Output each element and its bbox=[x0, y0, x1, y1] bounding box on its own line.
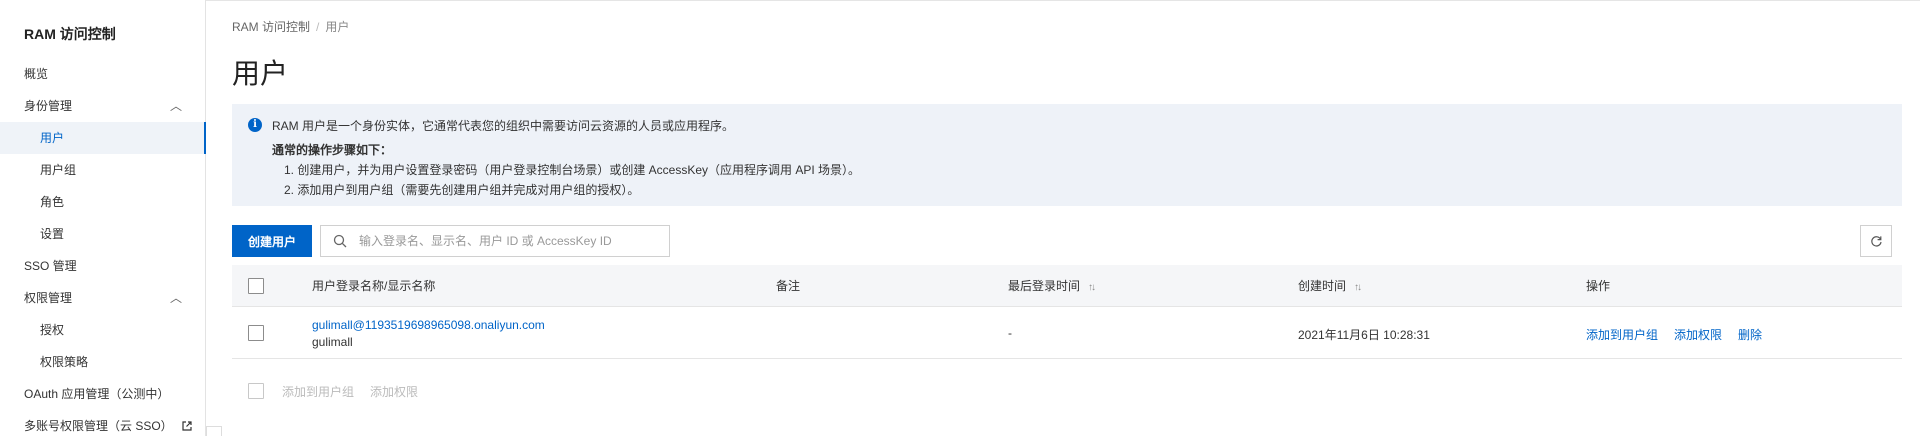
sidebar-item-settings[interactable]: 设置 bbox=[0, 218, 206, 250]
batch-add-permission-button[interactable]: 添加权限 bbox=[370, 383, 418, 400]
sidebar-title: RAM 访问控制 bbox=[24, 26, 116, 42]
sidebar-item-label: 多账号权限管理（云 SSO） bbox=[24, 419, 173, 433]
sidebar-item-label: 角色 bbox=[40, 195, 65, 209]
sidebar-item-label: 设置 bbox=[40, 227, 65, 241]
sidebar-item-label: 用户组 bbox=[40, 163, 77, 177]
breadcrumb-current: 用户 bbox=[325, 20, 350, 34]
breadcrumb-separator: / bbox=[316, 20, 320, 34]
user-last-login: - bbox=[1008, 326, 1012, 340]
external-link-icon bbox=[182, 421, 192, 431]
sidebar-item-label: 授权 bbox=[40, 323, 65, 337]
batch-add-to-group-button[interactable]: 添加到用户组 bbox=[282, 383, 354, 400]
table-row: gulimall@1193519698965098.onaliyun.com g… bbox=[232, 307, 1902, 359]
batch-actions: 添加到用户组 添加权限 bbox=[232, 375, 632, 405]
column-header-label: 创建时间 bbox=[1298, 279, 1347, 293]
notice-heading: 通常的操作步骤如下： bbox=[272, 143, 393, 157]
sidebar-item-label: 概览 bbox=[24, 67, 49, 81]
user-created-time: 2021年11月6日 10:28:31 bbox=[1298, 328, 1430, 342]
delete-user-link[interactable]: 删除 bbox=[1738, 326, 1762, 343]
add-to-group-link[interactable]: 添加到用户组 bbox=[1586, 326, 1658, 343]
sidebar-item-label: 身份管理 bbox=[24, 99, 73, 113]
sidebar-item-overview[interactable]: 概览 bbox=[0, 58, 206, 90]
sidebar-item-grants[interactable]: 授权 bbox=[0, 314, 206, 346]
refresh-icon bbox=[1871, 236, 1882, 247]
column-header-actions: 操作 bbox=[1586, 279, 1611, 293]
sidebar-item-sso[interactable]: SSO 管理 bbox=[0, 250, 206, 282]
breadcrumb-root[interactable]: RAM 访问控制 bbox=[232, 20, 310, 34]
notice-step: 2. 添加用户到用户组（需要先创建用户组并完成对用户组的授权）。 bbox=[284, 183, 640, 197]
chevron-up-icon[interactable]: ︿ bbox=[170, 282, 182, 314]
search-input[interactable] bbox=[359, 226, 659, 256]
sidebar-group-permissions[interactable]: 权限管理 ︿ bbox=[0, 282, 206, 314]
sidebar: RAM 访问控制 概览 身份管理 ︿ 用户 用户组 角色 设置 SSO 管理 权… bbox=[0, 0, 206, 436]
column-header-created[interactable]: 创建时间 ↑↓ bbox=[1298, 265, 1362, 309]
sidebar-item-label: 权限管理 bbox=[24, 291, 73, 305]
notice-text: RAM 用户是一个身份实体，它通常代表您的组织中需要访问云资源的人员或应用程序。 bbox=[272, 119, 735, 133]
sidebar-item-label: SSO 管理 bbox=[24, 259, 77, 273]
sidebar-item-label: 权限策略 bbox=[40, 355, 89, 369]
user-display-name: gulimall bbox=[312, 335, 353, 349]
search-box[interactable] bbox=[320, 225, 670, 257]
chevron-up-icon[interactable]: ︿ bbox=[170, 90, 182, 122]
search-icon bbox=[333, 234, 347, 248]
sidebar-group-identity[interactable]: 身份管理 ︿ bbox=[0, 90, 206, 122]
sidebar-item-cloud-sso[interactable]: 多账号权限管理（云 SSO） bbox=[0, 410, 206, 436]
create-user-button[interactable]: 创建用户 bbox=[232, 225, 312, 257]
sort-icon[interactable]: ↑↓ bbox=[1088, 267, 1096, 309]
batch-select-checkbox[interactable] bbox=[248, 383, 264, 399]
column-header-label: 最后登录时间 bbox=[1008, 279, 1081, 293]
sidebar-item-user-groups[interactable]: 用户组 bbox=[0, 154, 206, 186]
info-notice: i RAM 用户是一个身份实体，它通常代表您的组织中需要访问云资源的人员或应用程… bbox=[232, 104, 1902, 206]
refresh-button[interactable] bbox=[1860, 225, 1892, 257]
sidebar-item-oauth[interactable]: OAuth 应用管理（公测中） bbox=[0, 378, 206, 410]
info-icon: i bbox=[248, 118, 262, 132]
page-title: 用户 bbox=[232, 58, 289, 89]
breadcrumb: RAM 访问控制 / 用户 bbox=[232, 18, 349, 35]
row-checkbox[interactable] bbox=[248, 325, 264, 341]
sort-icon[interactable]: ↑↓ bbox=[1354, 267, 1362, 309]
select-all-checkbox[interactable] bbox=[248, 278, 264, 294]
sidebar-item-policies[interactable]: 权限策略 bbox=[0, 346, 206, 378]
column-header-name: 用户登录名称/显示名称 bbox=[312, 279, 436, 293]
add-permission-link[interactable]: 添加权限 bbox=[1674, 326, 1722, 343]
sidebar-item-users[interactable]: 用户 bbox=[0, 122, 206, 154]
notice-step: 1. 创建用户，并为用户设置登录密码（用户登录控制台场景）或创建 AccessK… bbox=[284, 163, 861, 177]
user-login-name-link[interactable]: gulimall@1193519698965098.onaliyun.com bbox=[312, 318, 545, 332]
column-header-note: 备注 bbox=[776, 279, 801, 293]
column-header-last-login[interactable]: 最后登录时间 ↑↓ bbox=[1008, 265, 1096, 309]
sidebar-collapse-handle[interactable] bbox=[206, 426, 222, 436]
sidebar-item-label: 用户 bbox=[40, 131, 65, 145]
sidebar-item-label: OAuth 应用管理（公测中） bbox=[24, 387, 170, 401]
sidebar-item-roles[interactable]: 角色 bbox=[0, 186, 206, 218]
top-border bbox=[0, 0, 1920, 1]
table-header: 用户登录名称/显示名称 备注 最后登录时间 ↑↓ 创建时间 ↑↓ 操作 bbox=[232, 265, 1902, 307]
